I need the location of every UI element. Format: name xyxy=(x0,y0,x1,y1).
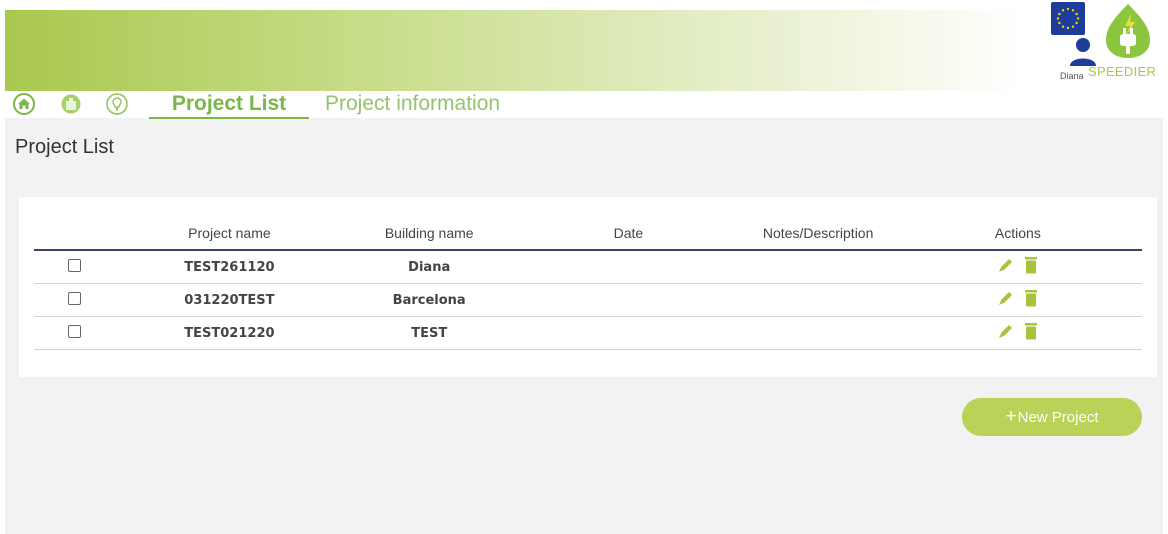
user-name: Diana xyxy=(1060,71,1084,81)
row-select-cell xyxy=(34,283,115,317)
building-name-cell: Diana xyxy=(344,250,515,284)
notes-cell xyxy=(742,316,894,350)
row-select-cell xyxy=(34,316,115,350)
col-project-name[interactable]: Project name xyxy=(114,217,345,251)
page-title: Project List xyxy=(15,136,114,158)
date-cell xyxy=(514,250,743,284)
eu-flag-icon xyxy=(1051,2,1085,35)
table-header-row: Project name Building name Date Notes/De… xyxy=(34,217,1142,251)
actions-cell xyxy=(893,316,1142,350)
date-cell xyxy=(514,283,743,317)
actions-cell xyxy=(893,250,1142,284)
col-notes[interactable]: Notes/Description xyxy=(742,217,894,251)
tab-project-list[interactable]: Project List xyxy=(149,91,309,119)
row-checkbox[interactable] xyxy=(67,258,81,272)
delete-trash-icon[interactable] xyxy=(1023,256,1039,278)
row-checkbox[interactable] xyxy=(67,324,81,338)
project-name-cell: 031220TEST xyxy=(114,283,345,317)
delete-trash-icon[interactable] xyxy=(1023,289,1039,311)
building-name-cell: Barcelona xyxy=(344,283,515,317)
table-row[interactable]: TEST261120 Diana xyxy=(34,250,1142,284)
col-actions: Actions xyxy=(893,217,1142,251)
col-select xyxy=(34,217,115,251)
building-icon[interactable] xyxy=(60,93,82,115)
project-table-card: Project name Building name Date Notes/De… xyxy=(19,197,1157,377)
speedier-logo xyxy=(1098,0,1158,60)
delete-trash-icon[interactable] xyxy=(1023,322,1039,344)
header-banner xyxy=(5,10,1163,91)
nav-bar: Project List Project information xyxy=(5,91,1163,119)
col-building-name[interactable]: Building name xyxy=(344,217,515,251)
home-icon[interactable] xyxy=(13,93,35,115)
date-cell xyxy=(514,316,743,350)
actions-cell xyxy=(893,283,1142,317)
building-name-cell: TEST xyxy=(344,316,515,350)
edit-pencil-icon[interactable] xyxy=(997,322,1015,344)
row-select-cell xyxy=(34,250,115,284)
table-row[interactable]: 031220TEST Barcelona xyxy=(34,283,1142,317)
row-checkbox[interactable] xyxy=(67,291,81,305)
lightbulb-icon[interactable] xyxy=(106,93,128,115)
project-name-cell: TEST021220 xyxy=(114,316,345,350)
plus-icon: + xyxy=(1005,406,1017,427)
edit-pencil-icon[interactable] xyxy=(997,256,1015,278)
project-name-cell: TEST261120 xyxy=(114,250,345,284)
col-date[interactable]: Date xyxy=(514,217,743,251)
table-row[interactable]: TEST021220 TEST xyxy=(34,316,1142,350)
new-project-button[interactable]: + New Project xyxy=(962,398,1142,436)
tab-project-information[interactable]: Project information xyxy=(325,91,500,117)
notes-cell xyxy=(742,250,894,284)
notes-cell xyxy=(742,283,894,317)
edit-pencil-icon[interactable] xyxy=(997,289,1015,311)
project-table: Project name Building name Date Notes/De… xyxy=(34,217,1142,350)
new-project-label: New Project xyxy=(1017,408,1099,426)
